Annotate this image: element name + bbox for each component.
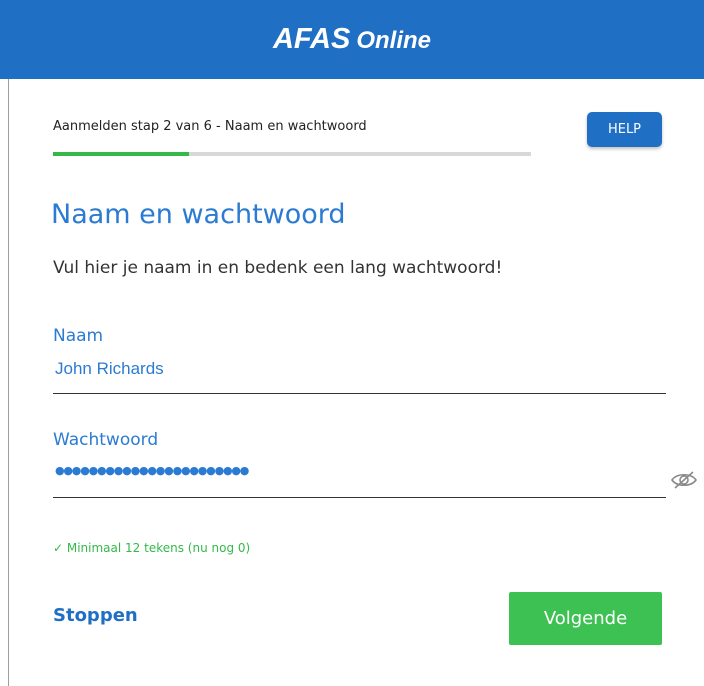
app-header: AFAS Online — [0, 0, 704, 79]
afas-online-logo: AFAS Online — [273, 23, 431, 56]
help-button[interactable]: HELP — [587, 112, 662, 147]
password-label: Wachtwoord — [53, 430, 159, 450]
next-button[interactable]: Volgende — [509, 592, 662, 645]
eye-slash-icon[interactable] — [670, 470, 698, 490]
page-title: Naam en wachtwoord — [51, 199, 346, 230]
step-label: Aanmelden stap 2 van 6 - Naam en wachtwo… — [53, 119, 367, 134]
name-label: Naam — [53, 326, 104, 346]
progress-bar — [53, 152, 531, 156]
password-underline — [53, 497, 666, 498]
password-input[interactable]: ●●●●●●●●●●●●●●●●●●●●●●● — [55, 464, 249, 477]
progress-bar-fill — [53, 152, 190, 156]
name-input[interactable]: John Richards — [55, 359, 164, 379]
page-subtitle: Vul hier je naam in en bedenk een lang w… — [53, 258, 503, 278]
name-underline — [53, 393, 666, 394]
stop-link[interactable]: Stoppen — [53, 605, 138, 626]
frame-border — [8, 79, 9, 686]
logo-brand: AFAS — [272, 23, 351, 55]
logo-sub: Online — [356, 27, 431, 54]
password-hint: ✓ Minimaal 12 tekens (nu nog 0) — [53, 541, 251, 555]
